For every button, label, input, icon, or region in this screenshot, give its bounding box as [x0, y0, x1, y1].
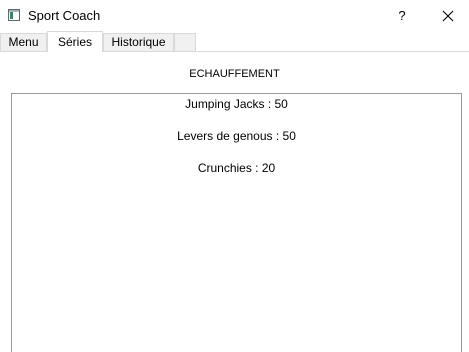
exercise-panel: Jumping Jacks : 50 Levers de genous : 50…: [11, 93, 462, 352]
section-heading: ECHAUFFEMENT: [189, 68, 280, 80]
sport-coach-window: Sport Coach ? Menu Séries Historique ECH…: [0, 0, 469, 352]
close-icon: [442, 10, 454, 22]
tab-series[interactable]: Séries: [47, 31, 103, 52]
help-button[interactable]: ?: [384, 0, 420, 32]
window-title: Sport Coach: [28, 8, 101, 23]
app-window-icon: [8, 9, 20, 21]
title-bar[interactable]: Sport Coach ?: [0, 0, 469, 32]
exercise-item: Crunchies : 20: [197, 161, 276, 175]
tab-historique[interactable]: Historique: [103, 33, 174, 51]
tab-empty[interactable]: [174, 33, 196, 51]
exercise-item: Levers de genous : 50: [177, 129, 296, 143]
exercise-item: Jumping Jacks : 50: [185, 97, 288, 111]
close-button[interactable]: [425, 0, 469, 32]
tab-menu[interactable]: Menu: [0, 33, 47, 51]
